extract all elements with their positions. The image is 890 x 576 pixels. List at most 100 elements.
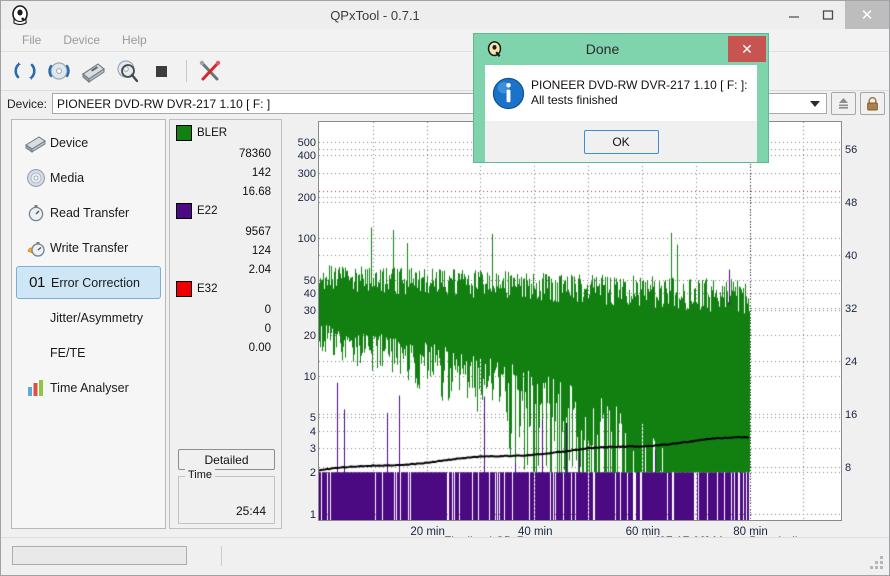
status-field [12, 546, 187, 565]
eject-icon [839, 98, 848, 109]
y-axis-right-tick: 16 [845, 408, 858, 421]
bler-label: BLER [197, 127, 228, 139]
dialog-title: Done [585, 41, 620, 57]
e32-avg: 0.00 [248, 342, 271, 354]
sidebar-item-label: FE/TE [50, 345, 86, 360]
sidebar-item-label: Error Correction [51, 275, 140, 290]
time-group: Time 25:44 [178, 469, 275, 524]
legend-e32: E32 [176, 281, 281, 297]
toolbar-refresh-button[interactable] [9, 55, 41, 87]
bler-avg: 16.68 [242, 186, 271, 198]
y-axis-right-tick: 8 [845, 461, 852, 474]
bler-total: 78360 [239, 148, 271, 160]
device-combo-value: PIONEER DVD-RW DVR-217 1.10 [ F: ] [57, 96, 271, 111]
stopwatch-read-icon [22, 203, 50, 223]
menu-help[interactable]: Help [111, 31, 158, 49]
minimize-button[interactable] [777, 1, 811, 29]
dialog-ok-button[interactable]: OK [583, 129, 659, 154]
legend-bler: BLER [176, 125, 281, 141]
e32-total: 0 [264, 304, 271, 316]
sidebar-item-label: Jitter/Asymmetry [50, 310, 144, 325]
time-group-label: Time [185, 469, 216, 481]
plot-canvas [319, 122, 841, 520]
window-title: QPxTool - 0.7.1 [330, 7, 420, 23]
sidebar-item-device[interactable]: Device [16, 126, 161, 159]
bar-chart-icon [22, 379, 50, 397]
y-axis-left-tick: 400 [297, 150, 316, 163]
y-axis-right-tick: 24 [845, 355, 858, 368]
lock-icon [867, 96, 878, 110]
sidebar-item-jitter-asymmetry[interactable]: Jitter/Asymmetry [16, 301, 161, 334]
y-axis-left-tick: 4 [309, 425, 316, 438]
e22-avg: 2.04 [248, 264, 271, 276]
disc-icon [22, 168, 50, 188]
y-axis-right-tick: 32 [845, 302, 858, 315]
y-axis-right-tick: 40 [845, 249, 858, 262]
y-axis-left-tick: 30 [303, 305, 316, 318]
e32-label: E32 [197, 283, 218, 295]
legend-e22: E22 [176, 203, 281, 219]
stats-panel: BLER 78360 142 16.68 E22 9567 124 2.04 E… [169, 119, 282, 529]
e32-max: 0 [264, 323, 271, 335]
y-axis-left-tick: 1 [309, 508, 316, 521]
y-axis-left-tick: 300 [297, 167, 316, 180]
e22-max: 124 [251, 245, 271, 257]
detailed-button[interactable]: Detailed [178, 449, 275, 470]
maximize-button[interactable] [811, 1, 845, 29]
sidebar-item-label: Time Analyser [50, 380, 129, 395]
y-axis-left-tick: 500 [297, 137, 316, 150]
device-label: Device: [7, 96, 48, 111]
sidebar-item-write-transfer[interactable]: Write Transfer [16, 231, 161, 264]
toolbar-rescan-disc-button[interactable] [43, 55, 75, 87]
bottom-bar [1, 537, 889, 575]
menu-device[interactable]: Device [52, 31, 111, 49]
close-button[interactable]: ✕ [845, 1, 889, 29]
y-axis-left-tick: 5 [309, 412, 316, 425]
dialog-message: PIONEER DVD-RW DVR-217 1.10 [ F: ]: All … [531, 78, 748, 108]
dialog-message-line1: PIONEER DVD-RW DVR-217 1.10 [ F: ]: [531, 78, 748, 92]
toolbar-stop-button[interactable] [145, 55, 177, 87]
sidebar-item-label: Device [50, 135, 89, 150]
time-value: 25:44 [235, 504, 266, 518]
y-axis-left-tick: 20 [303, 329, 316, 342]
e32-color-swatch [176, 281, 192, 297]
info-icon [485, 77, 531, 110]
eject-button[interactable] [831, 92, 856, 115]
bler-color-swatch [176, 125, 192, 141]
y-axis-left-tick: 10 [303, 371, 316, 384]
dialog-message-area: PIONEER DVD-RW DVR-217 1.10 [ F: ]: All … [485, 65, 757, 121]
app-window: QPxTool - 0.7.1 ✕ File Device Help Devic… [0, 0, 890, 576]
sidebar-item-error-correction[interactable]: 01 Error Correction [16, 266, 161, 299]
y-axis-left-tick: 100 [297, 233, 316, 246]
chevron-down-icon [810, 101, 820, 107]
sidebar-item-time-analyser[interactable]: Time Analyser [16, 371, 161, 404]
done-dialog: Done ✕ PIONEER DVD-RW DVR-217 1.10 [ F: … [473, 33, 769, 163]
toolbar-separator [186, 60, 187, 82]
toolbar-drive-button[interactable] [77, 55, 109, 87]
y-axis-left-tick: 200 [297, 191, 316, 204]
bottom-separator [221, 546, 222, 566]
error-correction-plot[interactable]: 1 2 3 4 5 10 20 30 40 50 100 200 300 400 500 8 16 24 32 40 4… [298, 121, 857, 538]
stopwatch-write-icon [22, 238, 50, 258]
title-bar: QPxTool - 0.7.1 ✕ [1, 1, 889, 29]
sidebar: Device Media Read Transfer Write Transfe… [11, 119, 166, 529]
y-axis-left-tick: 3 [309, 443, 316, 455]
sidebar-item-fe-te[interactable]: FE/TE [16, 336, 161, 369]
menu-file[interactable]: File [11, 31, 52, 49]
y-axis-right-tick: 48 [845, 196, 858, 209]
window-controls: ✕ [777, 1, 889, 29]
lock-button[interactable] [860, 92, 885, 115]
main-content: Device Media Read Transfer Write Transfe… [6, 117, 884, 549]
toolbar-scan-button[interactable] [111, 55, 143, 87]
sidebar-item-media[interactable]: Media [16, 161, 161, 194]
sidebar-item-label: Read Transfer [50, 205, 130, 220]
01-icon: 01 [29, 274, 45, 291]
toolbar-settings-button[interactable] [194, 55, 226, 87]
sidebar-item-label: Media [50, 170, 85, 185]
dialog-button-row: OK [485, 121, 757, 162]
y-axis-right-tick: 56 [845, 143, 858, 156]
e22-total: 9567 [245, 226, 271, 238]
resize-grip-icon[interactable] [870, 556, 883, 569]
dialog-close-button[interactable]: ✕ [728, 36, 766, 62]
sidebar-item-read-transfer[interactable]: Read Transfer [16, 196, 161, 229]
